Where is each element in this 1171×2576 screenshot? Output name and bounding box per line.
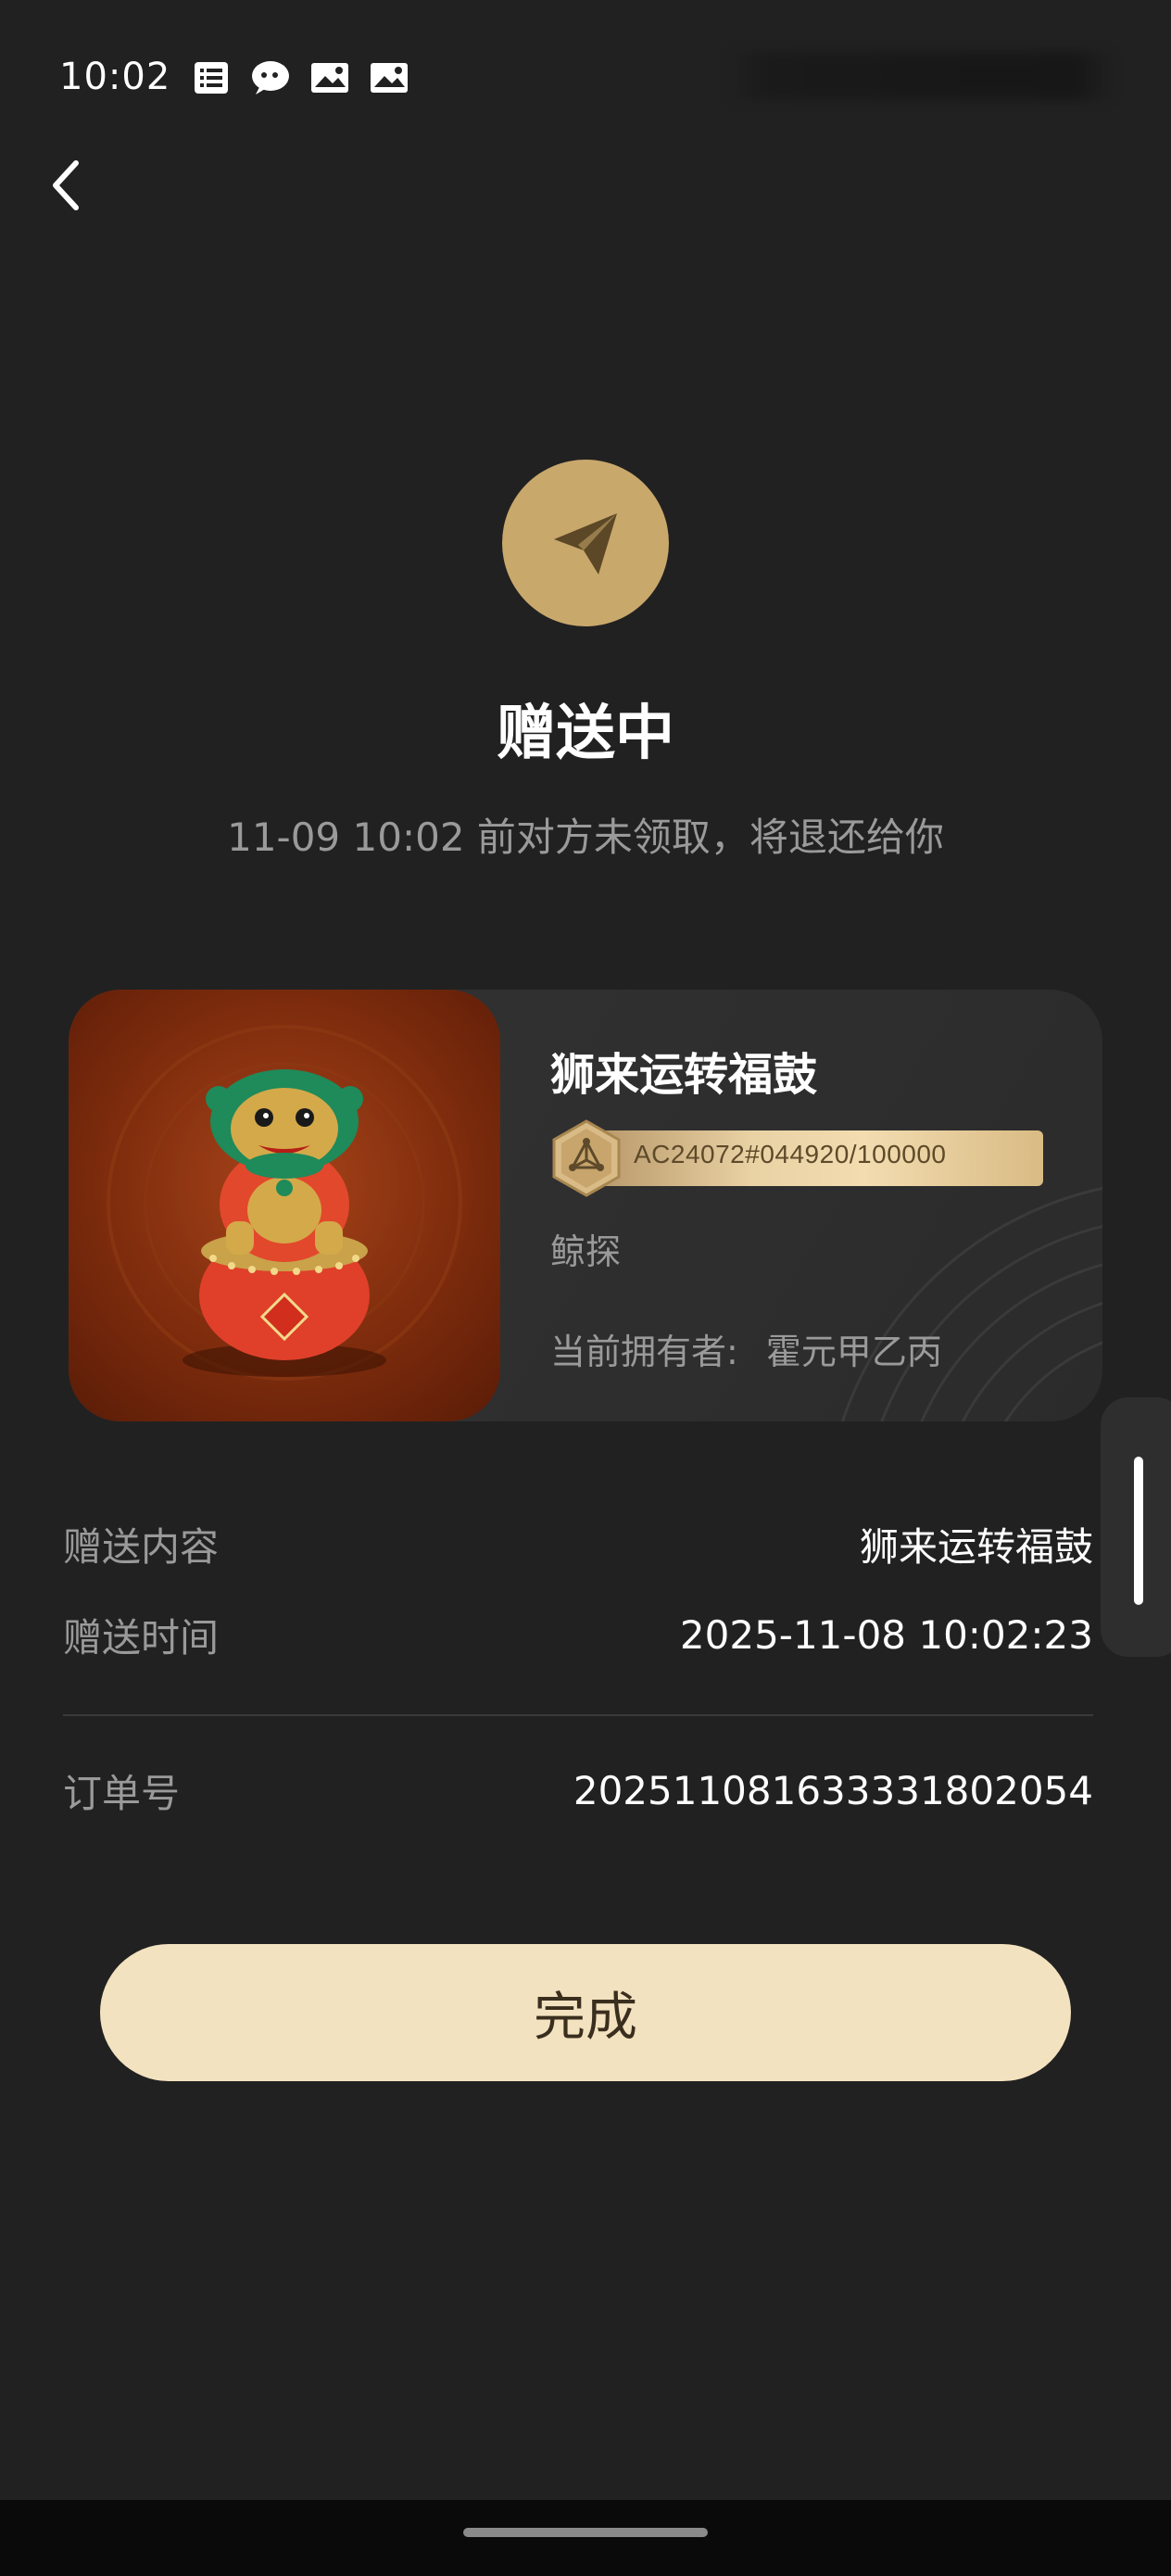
status-time: 10:02 — [59, 56, 171, 98]
image-message-icon — [309, 59, 350, 96]
owner-label: 当前拥有者: — [550, 1332, 738, 1372]
status-right-area — [726, 52, 1115, 100]
divider — [63, 1714, 1093, 1716]
collectible-card: 狮来运转福鼓 AC24072#044920/100000 鲸探 当前拥有者: 霍… — [69, 990, 1102, 1421]
back-button[interactable] — [37, 156, 96, 215]
status-bar: 10:02 — [0, 0, 1171, 158]
order-number-label: 订单号 — [63, 1771, 181, 1816]
gift-content-label: 赠送内容 — [63, 1524, 220, 1570]
blockchain-hexagon-icon — [552, 1119, 621, 1197]
order-number-row: 订单号 20251108163333180205​4 — [63, 1762, 1093, 1819]
gift-time-value: 2025-11-08 10:02:23 — [679, 1612, 1093, 1658]
image-message-icon — [369, 59, 409, 96]
serial-badge: AC24072#044920/100000 — [550, 1119, 1043, 1197]
serial-number: AC24072#044920/100000 — [634, 1140, 947, 1168]
order-number-value: 20251108163333180205​4 — [573, 1768, 1093, 1813]
owner-row: 当前拥有者: 霍元甲乙丙 — [550, 1323, 942, 1374]
collectible-name: 狮来运转福鼓 — [550, 1049, 818, 1101]
chevron-left-icon — [53, 160, 79, 210]
gift-time-label: 赠送时间 — [63, 1615, 220, 1661]
side-handle-bar — [1134, 1457, 1143, 1605]
owner-name: 霍元甲乙丙 — [765, 1332, 942, 1372]
paper-plane-icon — [554, 513, 617, 575]
gift-time-row: 赠送时间 2025-11-08 10:02:23 — [63, 1607, 1093, 1663]
creator-name: 鲸探 — [550, 1231, 622, 1272]
side-drag-handle[interactable] — [1101, 1397, 1171, 1657]
chat-bubble-icon — [250, 59, 291, 96]
list-icon — [191, 59, 232, 96]
gift-content-value: 狮来运转福鼓 — [859, 1524, 1093, 1570]
page-title: 赠送中 — [497, 700, 674, 768]
navigation-bar — [0, 2500, 1171, 2576]
done-button[interactable]: 完成 — [100, 1944, 1071, 2081]
gift-sending-icon-circle — [502, 460, 669, 626]
home-gesture-handle[interactable] — [463, 2528, 708, 2537]
expiry-notice: 11-09 10:02 前对方未领取，将退还给你 — [227, 814, 944, 860]
lion-drum-image — [69, 990, 500, 1421]
status-icons — [191, 59, 409, 96]
gift-content-row: 赠送内容 狮来运转福鼓 — [63, 1516, 1093, 1572]
